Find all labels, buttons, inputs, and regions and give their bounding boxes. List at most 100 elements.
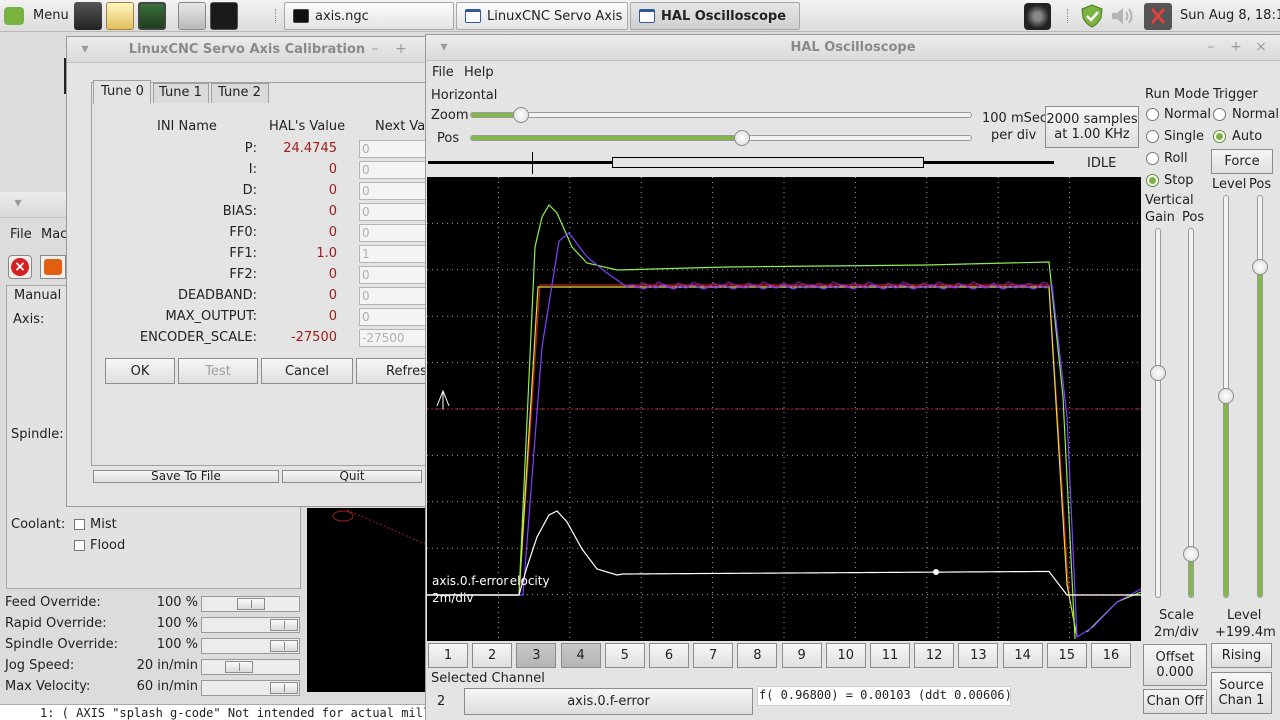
override-slider[interactable]: [201, 617, 300, 633]
volume-icon[interactable]: [1109, 4, 1137, 28]
minimize-icon[interactable]: –: [1203, 38, 1219, 56]
trigger-level-slider[interactable]: [1218, 195, 1234, 598]
param-next-value-field[interactable]: 0: [359, 182, 429, 200]
slider-knob[interactable]: [734, 130, 750, 146]
mist-checkbox[interactable]: [74, 519, 85, 530]
channel-source-button[interactable]: axis.0.f-error: [464, 688, 753, 715]
menu-file[interactable]: File: [10, 227, 32, 242]
slider-knob[interactable]: [513, 107, 529, 123]
slider-thumb[interactable]: [270, 682, 298, 694]
task-axis[interactable]: axis.ngc: [284, 2, 454, 30]
menu-machine[interactable]: Machine: [41, 227, 67, 242]
window-menu-icon[interactable]: ▾: [436, 38, 452, 56]
channel-button-10[interactable]: 10: [825, 643, 866, 668]
param-next-value-field[interactable]: 0: [359, 224, 429, 242]
tab-manual-control[interactable]: Manual Control: [14, 288, 66, 303]
menu-help[interactable]: Help: [464, 65, 494, 80]
channel-button-14[interactable]: 14: [1002, 643, 1043, 668]
test-button[interactable]: Test: [178, 358, 258, 384]
tab-tune-1[interactable]: Tune 1: [153, 83, 209, 103]
task-servo-calibration[interactable]: LinuxCNC Servo Axis ...: [456, 2, 628, 30]
run-mode-radio-stop[interactable]: [1146, 174, 1159, 187]
text-editor-icon[interactable]: [106, 2, 134, 30]
channel-button-13[interactable]: 13: [958, 643, 999, 668]
channel-button-7[interactable]: 7: [693, 643, 734, 668]
slider-knob[interactable]: [1218, 388, 1234, 404]
network-disconnected-icon[interactable]: [1144, 3, 1172, 30]
save-to-file-button[interactable]: Save To File: [93, 469, 279, 483]
clock[interactable]: Sun Aug 8, 18:12: [1180, 8, 1280, 23]
override-slider[interactable]: [201, 596, 300, 612]
show-desktop-icon[interactable]: [178, 2, 206, 30]
maximize-icon[interactable]: +: [1228, 38, 1244, 56]
close-icon[interactable]: ×: [1253, 38, 1269, 56]
zoom-slider[interactable]: [470, 107, 972, 123]
gcode-listing[interactable]: 1: ( AXIS "splash g-code" Not intended f…: [0, 704, 452, 720]
minimize-icon[interactable]: –: [367, 40, 383, 58]
channel-button-8[interactable]: 8: [737, 643, 778, 668]
channel-button-11[interactable]: 11: [870, 643, 910, 668]
param-next-value-field[interactable]: 0: [359, 203, 429, 221]
flood-checkbox[interactable]: [74, 540, 85, 551]
channel-button-6[interactable]: 6: [649, 643, 689, 668]
channel-button-9[interactable]: 9: [781, 643, 822, 668]
param-next-value-field[interactable]: 1: [359, 245, 429, 263]
override-slider[interactable]: [201, 680, 300, 696]
slider-knob[interactable]: [1252, 259, 1268, 275]
cancel-button[interactable]: Cancel: [261, 358, 353, 384]
channel-button-1[interactable]: 1: [428, 643, 468, 668]
param-next-value-field[interactable]: 0: [359, 266, 429, 284]
scope-display[interactable]: encoder.00.velocity axis.0.f-error 2m/di…: [427, 177, 1142, 641]
ok-button[interactable]: OK: [105, 358, 175, 384]
run-mode-radio-single[interactable]: [1146, 130, 1159, 143]
window-menu-icon[interactable]: ▾: [10, 194, 26, 212]
terminal-icon[interactable]: [210, 2, 238, 30]
param-next-value-field[interactable]: -27500: [359, 329, 429, 347]
refresh-button[interactable]: Refresh: [356, 358, 429, 384]
force-trigger-button[interactable]: Force: [1211, 149, 1273, 174]
slider-thumb[interactable]: [270, 619, 298, 631]
param-next-value-field[interactable]: 0: [359, 161, 429, 179]
estop-button[interactable]: ×: [8, 255, 32, 279]
mint-menu-icon[interactable]: [4, 7, 24, 25]
trigger-pos-slider[interactable]: [1252, 195, 1268, 598]
trigger-source-button[interactable]: Source Chan 1: [1211, 672, 1272, 714]
update-shield-icon[interactable]: [1079, 3, 1105, 29]
pos-slider[interactable]: [470, 130, 972, 146]
menu-label[interactable]: Menu: [33, 8, 69, 23]
task-hal-oscilloscope[interactable]: HAL Oscilloscope: [630, 2, 800, 30]
window-menu-icon[interactable]: ▾: [77, 40, 93, 58]
slider-thumb[interactable]: [270, 640, 298, 652]
vertical-gain-slider[interactable]: [1150, 228, 1166, 598]
param-next-value-field[interactable]: 0: [359, 140, 429, 158]
override-slider[interactable]: [201, 638, 300, 654]
webcam-icon[interactable]: [1024, 3, 1051, 30]
machine-power-button[interactable]: [40, 255, 66, 279]
channel-button-16[interactable]: 16: [1091, 643, 1131, 668]
quit-button[interactable]: Quit: [282, 469, 422, 483]
param-next-value-field[interactable]: 0: [359, 287, 429, 305]
linuxcnc-penguin-icon[interactable]: [74, 2, 102, 30]
run-mode-radio-roll[interactable]: [1146, 152, 1159, 165]
vertical-pos-slider[interactable]: [1183, 228, 1199, 598]
menu-file[interactable]: File: [432, 65, 454, 80]
trigger-radio-normal[interactable]: [1213, 108, 1226, 121]
param-next-value-field[interactable]: 0: [359, 308, 429, 326]
preview-canvas[interactable]: [307, 508, 427, 692]
slider-knob[interactable]: [1183, 546, 1199, 562]
channel-button-3[interactable]: 3: [516, 643, 557, 668]
chan-off-button[interactable]: Chan Off: [1143, 689, 1207, 714]
slider-thumb[interactable]: [237, 598, 265, 610]
channel-button-4[interactable]: 4: [560, 643, 601, 668]
system-monitor-icon[interactable]: [138, 2, 166, 30]
samples-button[interactable]: 2000 samples at 1.00 KHz: [1045, 106, 1139, 148]
rising-edge-button[interactable]: Rising: [1211, 643, 1272, 668]
trigger-radio-auto[interactable]: [1213, 130, 1226, 143]
maximize-icon[interactable]: +: [393, 40, 409, 58]
offset-button[interactable]: Offset 0.000: [1143, 644, 1207, 686]
tab-tune-2[interactable]: Tune 2: [211, 83, 269, 103]
slider-thumb[interactable]: [225, 661, 253, 673]
channel-button-15[interactable]: 15: [1046, 643, 1087, 668]
channel-button-2[interactable]: 2: [472, 643, 513, 668]
tab-tune-0[interactable]: Tune 0: [93, 80, 151, 104]
